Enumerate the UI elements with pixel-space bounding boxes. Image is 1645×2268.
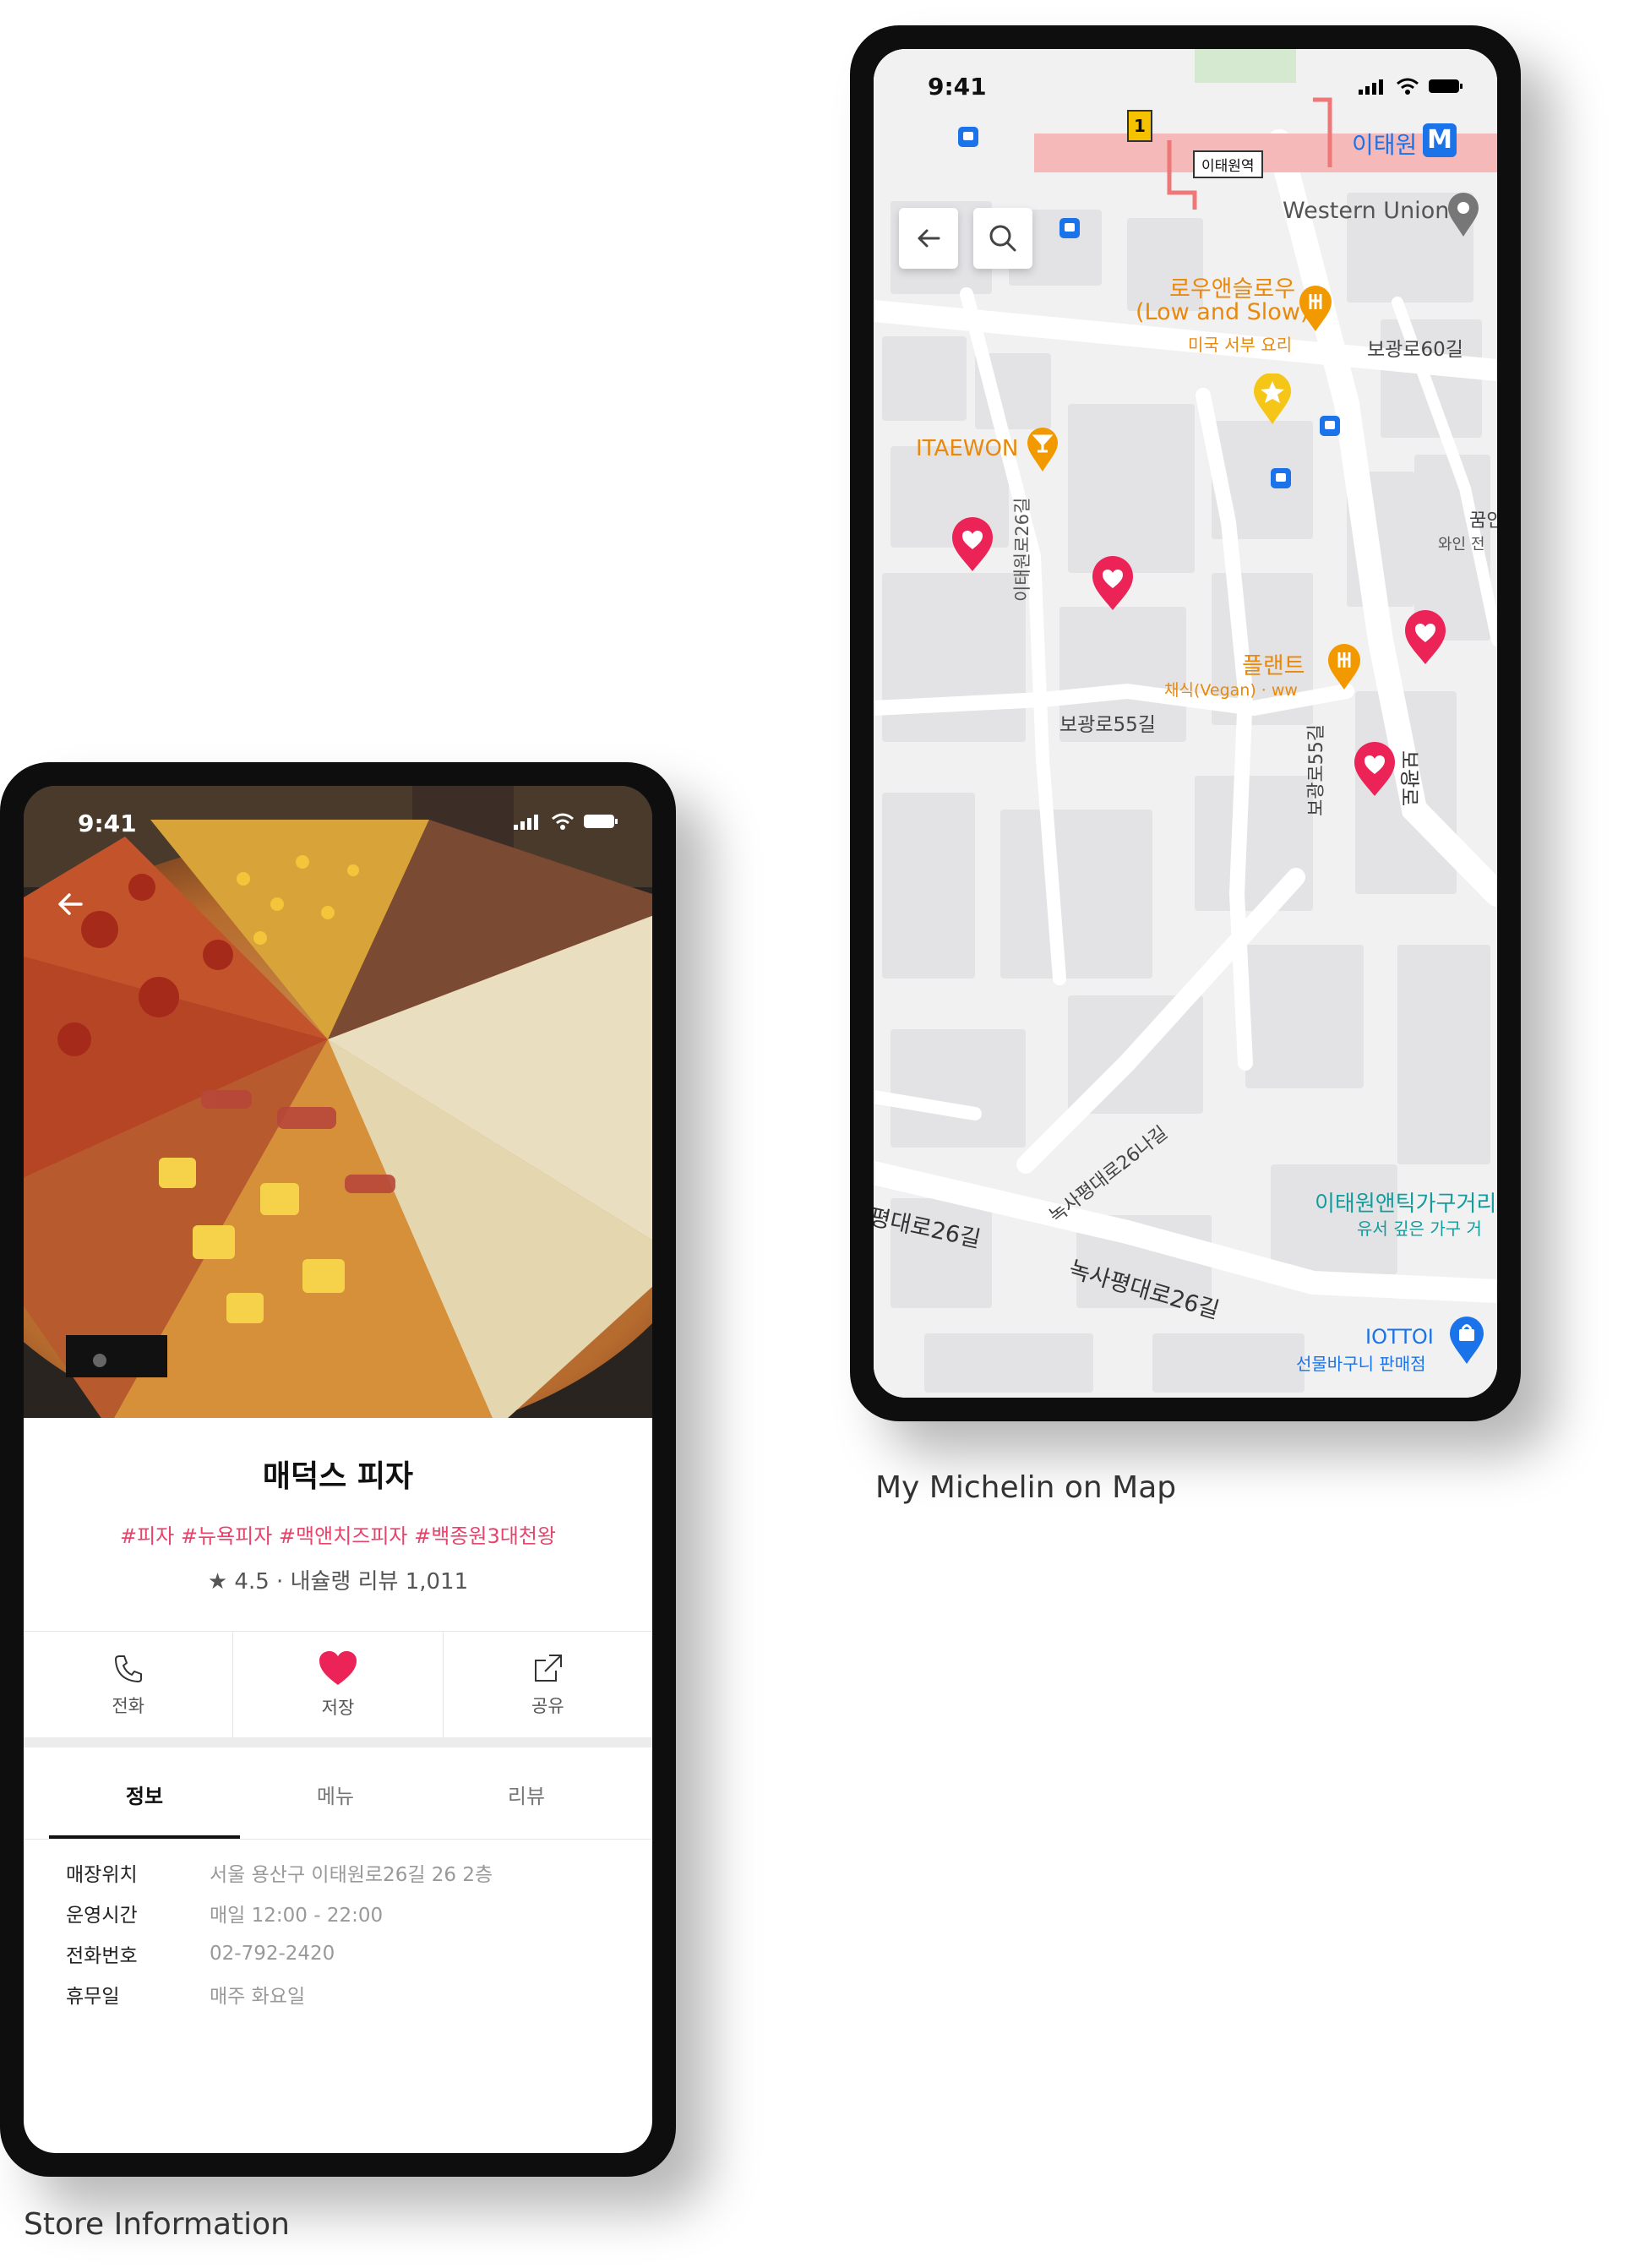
wine-label: 와인 전 bbox=[1438, 536, 1485, 553]
info-row-hours: 운영시간 매일 12:00 - 22:00 bbox=[66, 1893, 493, 1933]
restaurant-pin-icon[interactable] bbox=[1298, 286, 1333, 333]
battery-icon bbox=[584, 815, 618, 828]
call-button[interactable]: 전화 bbox=[24, 1632, 234, 1738]
map-status-time: 9:41 bbox=[928, 73, 987, 101]
call-label: 전화 bbox=[112, 1696, 144, 1716]
map-view[interactable]: 9:41 1 이태원역 이태원 M Western Union 로우앤슬로우 (… bbox=[874, 49, 1497, 1398]
heart-pin-icon[interactable] bbox=[1403, 610, 1448, 666]
western-union-label[interactable]: Western Union bbox=[1283, 198, 1449, 224]
bus-stop-icon[interactable] bbox=[1059, 218, 1080, 238]
store-name: 매덕스 피자 bbox=[262, 1459, 414, 1494]
wifi-icon bbox=[552, 813, 574, 830]
share-label: 공유 bbox=[531, 1696, 564, 1716]
tab-bar: 정보 메뉴 리뷰 bbox=[24, 1747, 652, 1840]
map-phone-frame: 9:41 1 이태원역 이태원 M Western Union 로우앤슬로우 (… bbox=[850, 25, 1521, 1421]
pizza-illustration bbox=[24, 786, 652, 1418]
plant-sub: 채식(Vegan) · ww bbox=[1164, 681, 1298, 700]
road-label-55: 보광로55길 bbox=[1059, 714, 1156, 736]
low-and-slow-en[interactable]: (Low and Slow) bbox=[1136, 299, 1309, 325]
map-caption: My Michelin on Map bbox=[875, 1470, 1177, 1505]
kkum-label: 꿈인 bbox=[1469, 510, 1497, 532]
restaurant-pin-icon[interactable] bbox=[1326, 644, 1362, 691]
bus-stop-icon[interactable] bbox=[1271, 468, 1291, 488]
store-rating: ★ 4.5 · 내슐랭 리뷰 1,011 bbox=[207, 1569, 469, 1595]
info-key: 운영시간 bbox=[66, 1905, 138, 1927]
battery-icon bbox=[1429, 79, 1463, 93]
store-phone-frame: 9:41 매덕스 피자 #피자 #뉴욕피자 #맥앤치즈피자 #백종원3대천왕 ★… bbox=[0, 762, 676, 2177]
search-icon bbox=[989, 225, 1016, 252]
heart-pin-icon[interactable] bbox=[1352, 742, 1397, 798]
heart-pin-icon[interactable] bbox=[950, 517, 995, 573]
info-value: 서울 용산구 이태원로26길 26 2층 bbox=[210, 1864, 493, 1886]
map-search-button[interactable] bbox=[973, 208, 1032, 269]
signal-icon bbox=[1359, 79, 1383, 95]
share-button[interactable]: 공유 bbox=[444, 1632, 652, 1738]
info-value: 매일 12:00 - 22:00 bbox=[210, 1905, 384, 1927]
tab-menu[interactable]: 메뉴 bbox=[240, 1780, 431, 1809]
metro-icon[interactable]: M bbox=[1423, 123, 1457, 157]
iottoi-label[interactable]: IOTTOI bbox=[1365, 1325, 1434, 1349]
heart-icon bbox=[319, 1651, 357, 1685]
bar-pin-icon[interactable] bbox=[1026, 428, 1059, 473]
status-bar: 9:41 bbox=[24, 786, 652, 845]
antique-street-label[interactable]: 이태원앤틱가구거리 bbox=[1315, 1186, 1496, 1218]
store-header: 매덕스 피자 #피자 #뉴욕피자 #맥앤치즈피자 #백종원3대천왕 ★ 4.5 … bbox=[24, 1418, 652, 1595]
info-key: 전화번호 bbox=[66, 1945, 138, 1967]
signal-icon bbox=[514, 815, 538, 830]
low-and-slow-sub: 미국 서부 요리 bbox=[1188, 335, 1293, 355]
place-pin-icon[interactable] bbox=[1446, 193, 1480, 238]
store-info-list: 매장위치 서울 용산구 이태원로26길 26 2층 운영시간 매일 12:00 … bbox=[66, 1852, 493, 2014]
map-back-button[interactable] bbox=[899, 208, 958, 269]
plant-label[interactable]: 플랜트 bbox=[1242, 647, 1305, 680]
status-time: 9:41 bbox=[78, 810, 137, 837]
map-screen: 9:41 1 이태원역 이태원 M Western Union 로우앤슬로우 (… bbox=[874, 49, 1497, 1398]
back-arrow-icon bbox=[918, 229, 940, 248]
station-sign[interactable]: 이태원역 bbox=[1193, 150, 1263, 178]
info-value[interactable]: 02-792-2420 bbox=[210, 1943, 335, 1965]
active-tab-indicator bbox=[49, 1835, 240, 1839]
save-label: 저장 bbox=[321, 1698, 355, 1718]
map-status-icons bbox=[1359, 78, 1463, 95]
shop-pin-icon[interactable] bbox=[1448, 1317, 1485, 1366]
antique-street-sub: 유서 깊은 가구 거 bbox=[1357, 1219, 1482, 1239]
bus-stop-icon[interactable] bbox=[958, 127, 978, 147]
store-caption: Store Information bbox=[24, 2207, 290, 2242]
info-value: 매주 화요일 bbox=[210, 1986, 306, 2008]
share-icon bbox=[535, 1655, 563, 1682]
bus-stop-icon[interactable] bbox=[1320, 416, 1340, 436]
road-label-bogwangro: 보광로 bbox=[1397, 750, 1421, 807]
road-label-itaewonro26: 이태원로26길 bbox=[1012, 497, 1032, 602]
action-bar: 전화 저장 공유 bbox=[24, 1631, 652, 1738]
store-tags[interactable]: #피자 #뉴욕피자 #맥앤치즈피자 #백종원3대천왕 bbox=[24, 1519, 652, 1549]
exit-number-badge: 1 bbox=[1127, 110, 1152, 142]
michelin-star-pin-icon[interactable] bbox=[1252, 373, 1293, 426]
itaewon-label[interactable]: ITAEWON bbox=[916, 436, 1018, 461]
wifi-icon bbox=[1397, 78, 1419, 95]
info-key: 매장위치 bbox=[66, 1864, 138, 1886]
store-screen: 9:41 매덕스 피자 #피자 #뉴욕피자 #맥앤치즈피자 #백종원3대천왕 ★… bbox=[24, 786, 652, 2153]
pizza-photo: 9:41 bbox=[24, 786, 652, 1418]
status-icons bbox=[514, 813, 618, 830]
road-label-60: 보광로60길 bbox=[1367, 339, 1463, 361]
save-button[interactable]: 저장 bbox=[233, 1632, 444, 1738]
station-label[interactable]: 이태원 bbox=[1352, 127, 1417, 161]
info-row-address: 매장위치 서울 용산구 이태원로26길 26 2층 bbox=[66, 1852, 493, 1893]
iottoi-sub: 선물바구니 판매점 bbox=[1296, 1354, 1426, 1374]
back-arrow-icon[interactable] bbox=[52, 886, 90, 923]
info-row-closed: 휴무일 매주 화요일 bbox=[66, 1974, 493, 2014]
tab-review[interactable]: 리뷰 bbox=[431, 1780, 622, 1809]
section-divider bbox=[24, 1737, 652, 1747]
phone-icon bbox=[114, 1655, 142, 1682]
tab-info[interactable]: 정보 bbox=[49, 1780, 240, 1809]
road-label-55-vertical: 보광로55길 bbox=[1306, 724, 1327, 816]
info-key: 휴무일 bbox=[66, 1986, 120, 2008]
heart-pin-icon[interactable] bbox=[1090, 556, 1136, 612]
info-row-phone: 전화번호 02-792-2420 bbox=[66, 1933, 493, 1974]
